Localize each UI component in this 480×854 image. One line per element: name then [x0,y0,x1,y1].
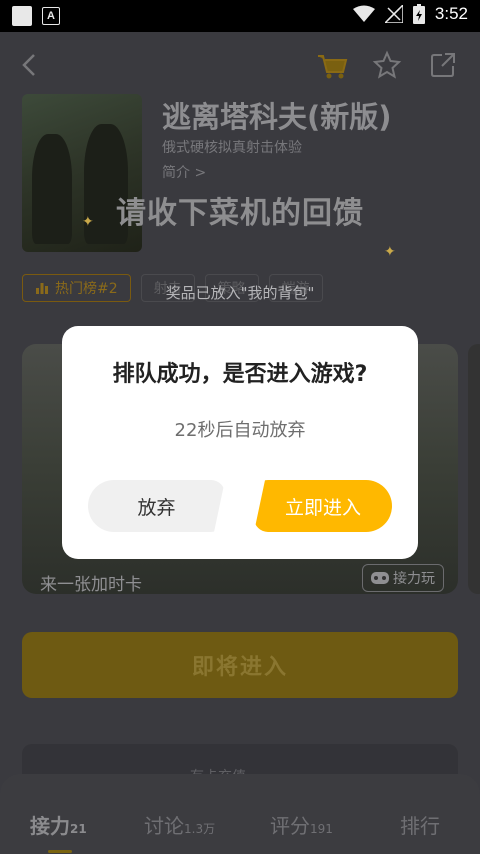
sparkle-icon: ✦ [82,214,94,230]
game-intro-link[interactable]: 简介 > [162,162,206,182]
tab-count: 1.3万 [184,822,216,836]
relay-play-label: 接力玩 [393,571,435,587]
enter-now-button[interactable]: 立即进入 [254,480,392,532]
tab-label: 排行 [400,814,440,838]
sparkle-icon: ✦ [384,244,396,260]
notification-icon [12,6,32,26]
tab-ranking[interactable]: 排行 [400,810,440,839]
top-bar [0,32,480,100]
game-subtitle: 俄式硬核拟真射击体验 [162,140,302,156]
tab-rating[interactable]: 评分191 [270,810,333,839]
clock: 3:52 [434,4,468,23]
wifi-icon [352,5,375,22]
enter-game-button[interactable]: 即将进入 [22,632,458,698]
status-bar: A 3:52 [0,0,480,32]
next-banner-peek[interactable] [468,344,480,594]
queue-success-dialog: 排队成功，是否进入游戏? 22秒后自动放弃 放弃 立即进入 [62,326,418,559]
tab-label: 讨论 [144,814,184,838]
tab-label: 接力 [30,814,70,838]
banner-caption: 来一张加时卡 [40,575,142,594]
reward-toast-message: 奖品已放入"我的背包" [165,284,315,302]
a-icon: A [42,7,60,25]
gamepad-icon [371,572,389,584]
give-up-button[interactable]: 放弃 [88,480,225,532]
favorite-star-icon[interactable] [372,50,402,80]
tab-discussion[interactable]: 讨论1.3万 [144,810,215,839]
tab-active-indicator [48,850,72,853]
battery-icon [412,4,425,24]
share-icon[interactable] [428,50,458,80]
reward-toast-title: 请收下菜机的回馈 [116,196,364,231]
dialog-title: 排队成功，是否进入游戏? [112,362,368,387]
game-title: 逃离塔科夫(新版) [162,100,392,134]
tab-count: 21 [70,822,87,836]
relay-play-button[interactable]: 接力玩 [362,564,444,592]
dialog-countdown: 22秒后自动放弃 [174,420,306,441]
signal-icon [384,5,403,23]
tab-count: 191 [310,822,333,836]
tab-label: 评分 [270,814,310,838]
tab-relay[interactable]: 接力21 [30,810,87,839]
shop-cart-icon[interactable] [316,50,348,80]
back-icon[interactable] [18,52,40,78]
bottom-tab-bar: 接力21 讨论1.3万 评分191 排行 [0,774,480,854]
